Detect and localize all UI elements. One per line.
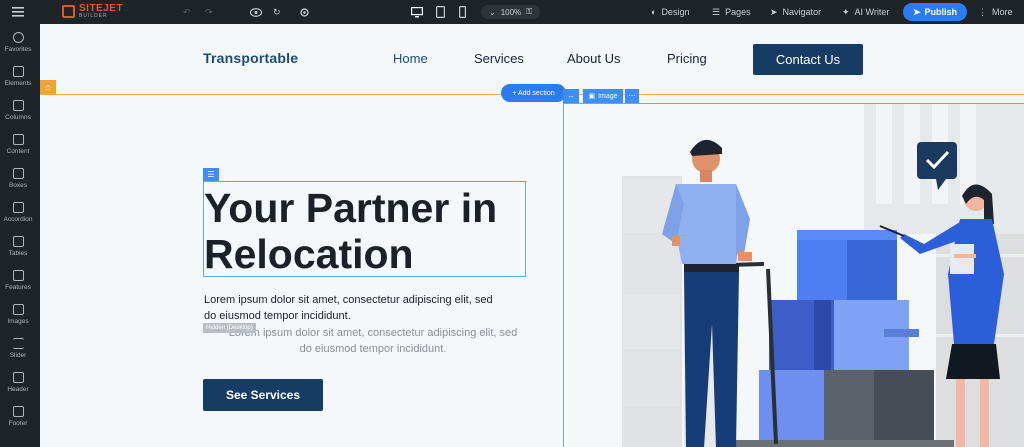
sidebar-item-content[interactable]: Content bbox=[0, 132, 36, 164]
sidebar-item-footer[interactable]: Footer bbox=[0, 404, 36, 436]
more-menu[interactable]: ⋮ More bbox=[978, 0, 1013, 24]
image-move-handle-icon[interactable]: ↔ bbox=[563, 89, 579, 103]
sidebar-item-columns[interactable]: Columns bbox=[0, 98, 36, 130]
design-menu[interactable]: ◐ Design bbox=[651, 0, 689, 24]
page-canvas: Transportable Home Services About Us Pri… bbox=[40, 24, 1024, 447]
sidebar-item-elements[interactable]: Elements bbox=[0, 64, 36, 96]
hidden-desktop-badge: Hidden (Desktop) bbox=[203, 323, 256, 333]
sidebar-item-slider[interactable]: Slider bbox=[0, 336, 36, 368]
more-dots-icon: ⋮ bbox=[978, 6, 987, 17]
sidebar-item-features[interactable]: Features bbox=[0, 268, 36, 300]
nav-link-pricing[interactable]: Pricing bbox=[667, 51, 707, 66]
columns-icon bbox=[12, 100, 24, 111]
menu-icon[interactable] bbox=[12, 0, 24, 24]
hero-paragraph-hidden[interactable]: Lorem ipsum dolor sit amet, consectetur … bbox=[223, 325, 523, 357]
rocket-icon: ➤ bbox=[912, 6, 921, 17]
pages-menu[interactable]: ☰ Pages bbox=[712, 0, 751, 24]
logo-mark-icon bbox=[62, 5, 75, 18]
table-icon bbox=[12, 236, 24, 247]
sparkle-icon: ✦ bbox=[842, 6, 850, 17]
sidebar-item-boxes[interactable]: Boxes bbox=[0, 166, 36, 198]
hero-image[interactable] bbox=[563, 103, 1024, 447]
image-icon bbox=[12, 304, 24, 315]
cube-icon bbox=[12, 66, 24, 77]
settings-icon[interactable] bbox=[299, 0, 310, 24]
navigator-icon: ➤ bbox=[770, 6, 778, 17]
see-services-button[interactable]: See Services bbox=[203, 379, 323, 411]
lock-icon: ⚿ bbox=[526, 7, 533, 16]
zoom-control[interactable]: ⌄ 100% ⚿ bbox=[481, 5, 541, 19]
contact-us-button[interactable]: Contact Us bbox=[753, 44, 863, 75]
palette-icon: ◐ bbox=[651, 7, 657, 17]
slider-icon bbox=[12, 338, 24, 349]
redo-icon[interactable]: ↷ bbox=[205, 0, 213, 24]
sidebar-item-images[interactable]: Images bbox=[0, 302, 36, 334]
footer-icon bbox=[12, 406, 24, 417]
star-icon bbox=[12, 32, 24, 43]
features-icon bbox=[12, 270, 24, 281]
tablet-view-icon[interactable] bbox=[436, 0, 445, 24]
site-brand[interactable]: Transportable bbox=[203, 50, 298, 66]
publish-button[interactable]: ➤ Publish bbox=[903, 3, 967, 21]
add-section-button[interactable]: + Add section bbox=[501, 84, 566, 102]
sidebar-item-header[interactable]: Header bbox=[0, 370, 36, 402]
undo-icon[interactable]: ↶ bbox=[183, 0, 191, 24]
chevron-down-icon: ⌄ bbox=[489, 7, 496, 17]
image-icon: ▣ bbox=[588, 93, 596, 100]
text-element-handle-icon[interactable]: ☰ bbox=[203, 168, 219, 181]
nav-link-services[interactable]: Services bbox=[474, 51, 524, 66]
hero-heading[interactable]: Your Partner in Relocation bbox=[204, 185, 544, 277]
nav-link-about[interactable]: About Us bbox=[567, 51, 620, 66]
document-icon bbox=[12, 134, 24, 145]
ai-writer-menu[interactable]: ✦ AI Writer bbox=[842, 0, 889, 24]
image-options-icon[interactable]: ⋯ bbox=[625, 89, 639, 103]
image-element-tag[interactable]: ▣ Image bbox=[583, 89, 623, 103]
accordion-icon bbox=[12, 202, 24, 213]
box-icon bbox=[12, 168, 24, 179]
sidebar-item-accordion[interactable]: Accordion bbox=[0, 200, 36, 232]
zoom-value: 100% bbox=[500, 7, 522, 17]
preview-eye-icon[interactable] bbox=[250, 0, 262, 24]
home-icon[interactable]: ⌂ bbox=[40, 80, 56, 94]
pages-icon: ☰ bbox=[712, 6, 721, 17]
sitejet-logo: SITEJET BUILDER bbox=[62, 4, 123, 19]
editor-topbar: SITEJET BUILDER ↶ ↷ ↻ ⌄ 100% ⚿ ◐ Design … bbox=[0, 0, 1024, 24]
desktop-view-icon[interactable] bbox=[411, 0, 423, 24]
logo-sub: BUILDER bbox=[79, 13, 108, 19]
sidebar-item-tables[interactable]: Tables bbox=[0, 234, 36, 266]
header-icon bbox=[12, 372, 24, 383]
mobile-view-icon[interactable] bbox=[459, 0, 466, 24]
hero-paragraph[interactable]: Lorem ipsum dolor sit amet, consectetur … bbox=[204, 292, 504, 324]
sidebar-item-favorites[interactable]: Favorites bbox=[0, 30, 36, 62]
navigator-menu[interactable]: ➤ Navigator bbox=[770, 0, 821, 24]
elements-sidebar: Favorites Elements Columns Content Boxes… bbox=[0, 24, 36, 447]
refresh-icon[interactable]: ↻ bbox=[273, 0, 281, 24]
nav-link-home[interactable]: Home bbox=[393, 51, 428, 66]
